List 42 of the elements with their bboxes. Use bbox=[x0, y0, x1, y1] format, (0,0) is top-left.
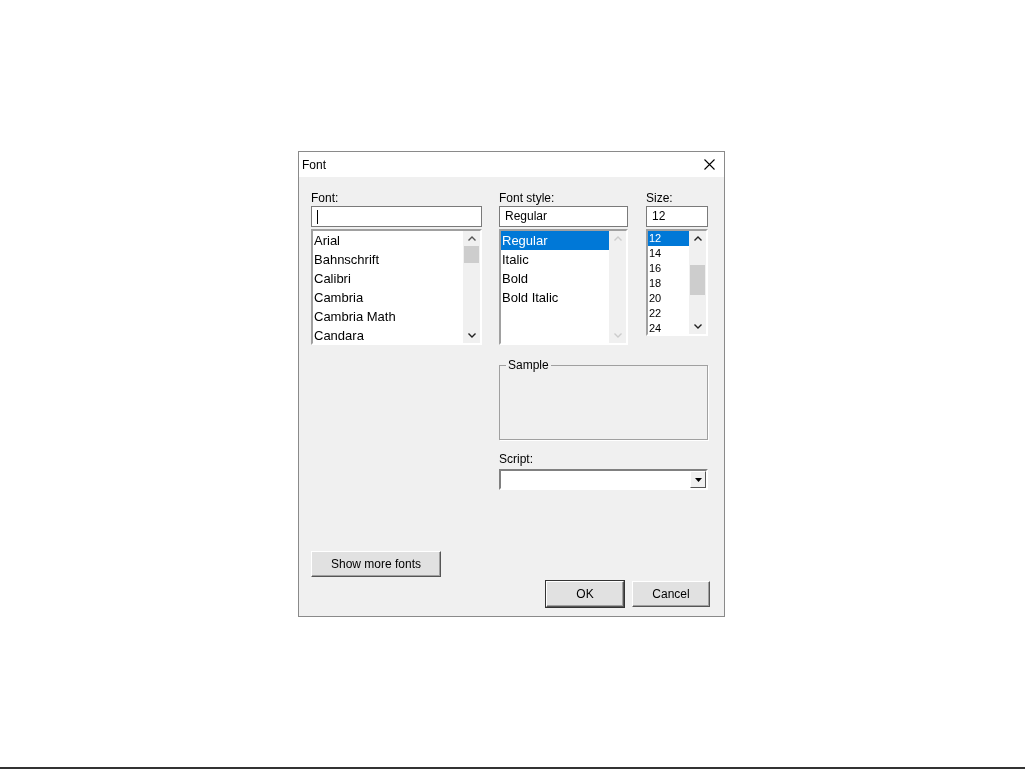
font-list-item[interactable]: Calibri bbox=[313, 269, 463, 288]
close-icon[interactable] bbox=[704, 159, 715, 170]
size-list-item[interactable]: 24 bbox=[648, 321, 689, 334]
size-list-item[interactable]: 14 bbox=[648, 246, 689, 261]
scrollbar-thumb[interactable] bbox=[464, 246, 479, 263]
font-style-label: Font style: bbox=[499, 190, 556, 206]
font-style-item[interactable]: Regular bbox=[501, 231, 609, 250]
script-label: Script: bbox=[499, 451, 534, 467]
window-title: Font bbox=[302, 157, 326, 172]
scroll-down-icon[interactable] bbox=[693, 324, 702, 329]
scrollbar-thumb[interactable] bbox=[690, 265, 705, 295]
cancel-button[interactable]: Cancel bbox=[632, 581, 710, 607]
size-list-item[interactable]: 12 bbox=[648, 231, 689, 246]
scroll-down-icon bbox=[613, 333, 622, 338]
size-list-item[interactable]: 20 bbox=[648, 291, 689, 306]
size-field[interactable]: 12 bbox=[646, 206, 708, 227]
font-list-item[interactable]: Bahnschrift bbox=[313, 250, 463, 269]
scrollbar[interactable] bbox=[463, 231, 480, 343]
size-label: Size: bbox=[646, 190, 674, 206]
font-list-item[interactable]: Candara bbox=[313, 326, 463, 343]
size-list-item[interactable]: 18 bbox=[648, 276, 689, 291]
scrollbar[interactable] bbox=[689, 231, 706, 334]
size-list-item[interactable]: 16 bbox=[648, 261, 689, 276]
show-more-fonts-button[interactable]: Show more fonts bbox=[311, 551, 441, 577]
size-list-item[interactable]: 22 bbox=[648, 306, 689, 321]
scroll-up-icon bbox=[613, 236, 622, 241]
font-list-item[interactable]: Cambria bbox=[313, 288, 463, 307]
font-name-field[interactable] bbox=[311, 206, 482, 227]
font-style-field[interactable]: Regular bbox=[499, 206, 628, 227]
scroll-down-icon[interactable] bbox=[467, 333, 476, 338]
font-list-item[interactable]: Cambria Math bbox=[313, 307, 463, 326]
scroll-up-icon[interactable] bbox=[693, 236, 702, 241]
font-style-item[interactable]: Italic bbox=[501, 250, 609, 269]
ok-button[interactable]: OK bbox=[546, 581, 624, 607]
font-style-item[interactable]: Bold bbox=[501, 269, 609, 288]
script-dropdown[interactable] bbox=[499, 469, 708, 490]
sample-label: Sample bbox=[506, 358, 551, 372]
scroll-up-icon[interactable] bbox=[467, 236, 476, 241]
font-list-item[interactable]: Arial bbox=[313, 231, 463, 250]
font-label: Font: bbox=[311, 190, 340, 206]
font-style-item[interactable]: Bold Italic bbox=[501, 288, 609, 307]
dropdown-arrow-icon[interactable] bbox=[694, 477, 702, 482]
